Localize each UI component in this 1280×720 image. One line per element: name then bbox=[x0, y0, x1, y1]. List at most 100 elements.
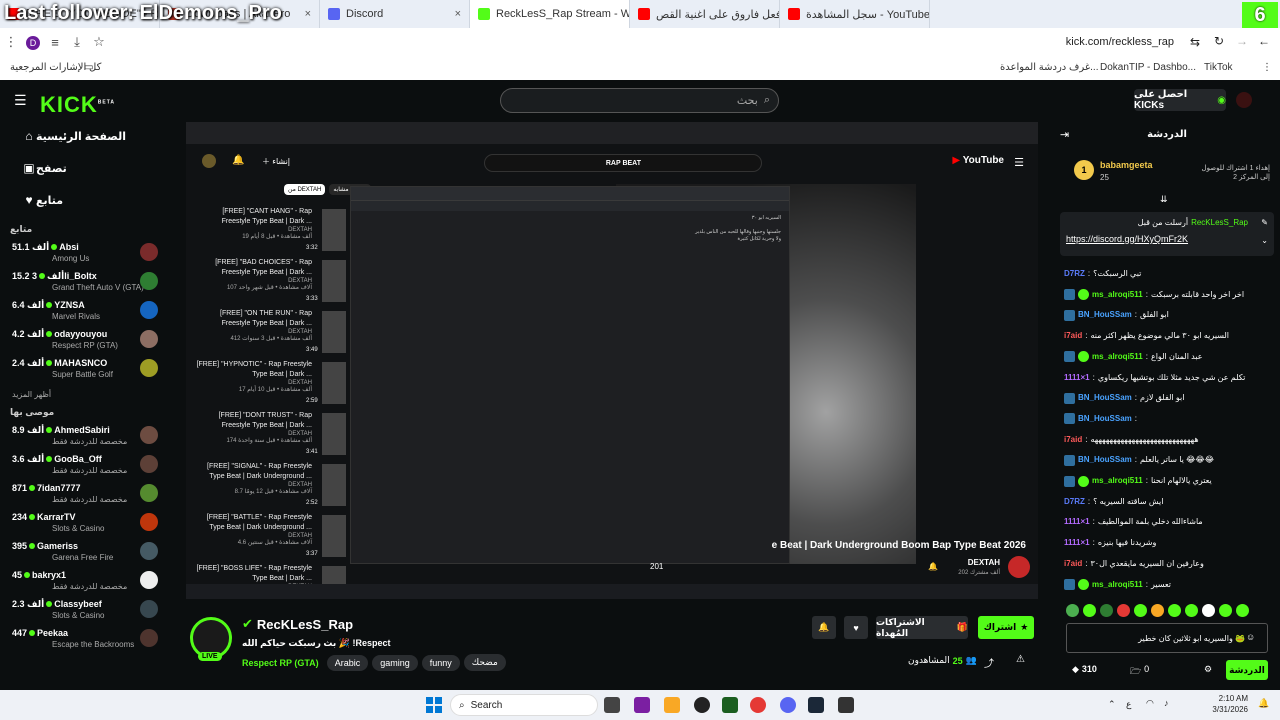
browser-tab[interactable]: Discord × bbox=[320, 0, 470, 28]
emote-icon[interactable] bbox=[1066, 604, 1079, 617]
channel-name[interactable]: ✔ RecKLesS_Rap bbox=[242, 616, 353, 632]
get-kicks-button[interactable]: احصل على KICKs ◉ bbox=[1134, 89, 1226, 111]
emote-icon[interactable] bbox=[1083, 604, 1096, 617]
sidebar-channel[interactable]: 6.4 ألف YZNSA Marvel Rivals bbox=[0, 297, 168, 326]
chat-message[interactable]: BN_HouSSam: ابو الفلق bbox=[1064, 309, 1278, 321]
copilot-icon[interactable] bbox=[634, 697, 650, 713]
menu-dots-icon[interactable]: ⋮ bbox=[0, 34, 22, 50]
chat-username[interactable]: BN_HouSSam bbox=[1078, 392, 1132, 404]
kick-app-icon[interactable] bbox=[722, 697, 738, 713]
report-icon[interactable]: ⚠ bbox=[1016, 654, 1025, 665]
chat-username[interactable]: ms_alroqi511 bbox=[1092, 351, 1143, 363]
sidebar-channel[interactable]: 2.3 ألف Classybeef Slots & Casino bbox=[0, 596, 168, 625]
chat-message[interactable]: BN_HouSSam: bbox=[1064, 413, 1278, 425]
chat-input[interactable]: والسيريه ابو ثلاثين كان خطير 🐸 bbox=[1066, 623, 1268, 653]
filter-icon[interactable]: ⇊ bbox=[1160, 194, 1168, 205]
site-settings-icon[interactable]: ⇆ bbox=[1190, 35, 1200, 49]
chat-message[interactable]: BN_HouSSam: ابو الفلق لازم bbox=[1064, 392, 1278, 404]
category-link[interactable]: Respect RP (GTA) bbox=[242, 658, 319, 668]
close-icon[interactable]: × bbox=[447, 8, 461, 20]
chat-message[interactable]: ms_alroqi511: عبد المنان الواع bbox=[1064, 351, 1278, 363]
chat-message[interactable]: i7aid: السيريه ابو ٣٠ مالي موضوع يظهر اكث… bbox=[1064, 330, 1278, 342]
bookmark-tiktok[interactable]: TikTok bbox=[1204, 62, 1233, 73]
chat-message[interactable]: BN_HouSSam: يا ساتر يالعلم 😂😂😂 bbox=[1064, 454, 1278, 466]
hamburger-icon[interactable]: ☰ bbox=[14, 92, 27, 109]
gift-leader-name[interactable]: babamgeeta bbox=[1100, 160, 1153, 170]
forward-icon[interactable]: → bbox=[1236, 34, 1248, 48]
notification-icon[interactable]: 🔔 bbox=[1258, 698, 1269, 709]
sidebar-channel[interactable]: 51.1 ألف Absi Among Us bbox=[0, 239, 168, 268]
emote-icon[interactable] bbox=[1219, 604, 1232, 617]
chat-message[interactable]: 1111×1: تكلم عن شي جديد مثلا تلك بوتشيها … bbox=[1064, 372, 1278, 384]
collapse-chat-icon[interactable]: ⇥ bbox=[1060, 128, 1069, 141]
chat-username[interactable]: BN_HouSSam bbox=[1078, 413, 1132, 425]
nav-browse[interactable]: تصفح ▣ bbox=[0, 152, 168, 184]
profile-avatar[interactable]: D bbox=[22, 34, 44, 50]
chat-message[interactable]: i7aid: ههههههههههههههههههههههههههههه bbox=[1064, 434, 1278, 446]
keyboard-lang[interactable]: ع bbox=[1126, 699, 1131, 710]
more-bookmarks-icon[interactable]: ⋮ bbox=[1262, 62, 1272, 73]
back-icon[interactable]: ← bbox=[1258, 34, 1270, 48]
discord-icon[interactable] bbox=[780, 697, 796, 713]
chat-username[interactable]: D7RZ bbox=[1064, 496, 1085, 508]
chat-message[interactable]: ms_alroqi511: اخر اخر واحد قابلته برسبكت bbox=[1064, 289, 1278, 301]
chat-username[interactable]: 1111×1 bbox=[1064, 372, 1090, 384]
pin-icon[interactable]: ✎ bbox=[1261, 218, 1268, 227]
chat-message[interactable]: D7RZ: ايش ساقته السيريه ؟ bbox=[1064, 496, 1278, 508]
chat-username[interactable]: i7aid bbox=[1064, 558, 1082, 570]
bookmark-dating[interactable]: غرف دردشة المواعدة... bbox=[1000, 62, 1099, 73]
sidebar-channel[interactable]: 8.9 ألف AhmedSabiri مخصصة للدردشة فقط bbox=[0, 422, 168, 451]
chat-message[interactable]: 1111×1: ماشاءالله دخلي بلمة الموالطيف bbox=[1064, 516, 1278, 528]
nav-home[interactable]: الصفحة الرئيسية ⌂ bbox=[0, 120, 168, 152]
emoji-picker-icon[interactable]: ☺ bbox=[1246, 632, 1255, 642]
tag-mudhik[interactable]: مضحك bbox=[463, 654, 506, 671]
search-input[interactable]: بحث ⌕ bbox=[500, 88, 779, 113]
media-icon[interactable]: ≡ bbox=[44, 35, 66, 50]
sidebar-channel[interactable]: 3.6 ألف GooBa_Off مخصصة للدردشة فقط bbox=[0, 451, 168, 480]
task-view-icon[interactable] bbox=[604, 697, 620, 713]
chat-message[interactable]: D7RZ: تبي الرسبكت؟ bbox=[1064, 268, 1278, 280]
sidebar-channel[interactable]: 871 7idan7777 مخصصة للدردشة فقط bbox=[0, 480, 168, 509]
chat-username[interactable]: BN_HouSSam bbox=[1078, 309, 1132, 321]
clock[interactable]: 2:10 AM 3/31/2026 bbox=[1212, 693, 1248, 715]
chat-username[interactable]: BN_HouSSam bbox=[1078, 454, 1132, 466]
sidebar-channel[interactable]: 4.2 ألف odayyouyou Respect RP (GTA) bbox=[0, 326, 168, 355]
app-icon[interactable] bbox=[838, 697, 854, 713]
download-icon[interactable]: ⤓ bbox=[66, 34, 88, 50]
file-explorer-icon[interactable] bbox=[664, 697, 680, 713]
chat-username[interactable]: i7aid bbox=[1064, 330, 1082, 342]
chat-message[interactable]: ms_alroqi511: يعتري يالالهام انحنا bbox=[1064, 475, 1278, 487]
steam-icon[interactable] bbox=[808, 697, 824, 713]
tray-arrow-icon[interactable]: ⌃ bbox=[1108, 699, 1116, 710]
chat-username[interactable]: ms_alroqi511 bbox=[1092, 579, 1143, 591]
chat-username[interactable]: ms_alroqi511 bbox=[1092, 475, 1143, 487]
sidebar-channel[interactable]: 234 KarrarTV Slots & Casino bbox=[0, 509, 168, 538]
pinned-link[interactable]: https://discord.gg/HXyQmFr2K bbox=[1066, 234, 1188, 244]
browser-tab[interactable]: سجل المشاهدة - YouTube× bbox=[780, 0, 930, 28]
windows-start-icon[interactable] bbox=[426, 697, 442, 713]
emote-icon[interactable] bbox=[1236, 604, 1249, 617]
sidebar-channel[interactable]: 395 Gameriss Garena Free Fire bbox=[0, 538, 168, 567]
emote-icon[interactable] bbox=[1168, 604, 1181, 617]
kick-logo[interactable]: KICKBETA bbox=[40, 92, 115, 118]
emote-icon[interactable] bbox=[1134, 604, 1147, 617]
chat-send-button[interactable]: الدردشة bbox=[1226, 660, 1268, 680]
chat-settings-icon[interactable]: ⚙ bbox=[1204, 664, 1212, 675]
taskbar-search[interactable]: ⌕ Search bbox=[450, 694, 598, 716]
chevron-down-icon[interactable]: ⌄ bbox=[1261, 236, 1268, 245]
emote-icon[interactable] bbox=[1185, 604, 1198, 617]
emote-icon[interactable] bbox=[1100, 604, 1113, 617]
close-icon[interactable]: × bbox=[297, 8, 311, 20]
chat-message[interactable]: i7aid: وعارفين ان السيريه مايقعدي ال٣٠ bbox=[1064, 558, 1278, 570]
volume-icon[interactable]: ♪ bbox=[1164, 698, 1169, 708]
url-field[interactable]: kick.com/reckless_rap bbox=[1066, 36, 1174, 48]
gift-subs-button[interactable]: الاشتراكات المُهداة 🎁 bbox=[876, 616, 968, 639]
follow-button[interactable]: اشتراك ★ bbox=[978, 616, 1034, 639]
bookmark-dokantip[interactable]: DokanTIP - Dashbo... bbox=[1100, 62, 1196, 73]
tag-funny[interactable]: funny bbox=[421, 654, 460, 671]
browser-tab[interactable]: ReckLesS_Rap Stream - Wa× bbox=[470, 0, 630, 28]
chat-username[interactable]: D7RZ bbox=[1064, 268, 1085, 280]
chat-username[interactable]: 1111×1 bbox=[1064, 516, 1090, 528]
bookmark-star-icon[interactable]: ☆ bbox=[88, 34, 110, 50]
emote-icon[interactable] bbox=[1117, 604, 1130, 617]
